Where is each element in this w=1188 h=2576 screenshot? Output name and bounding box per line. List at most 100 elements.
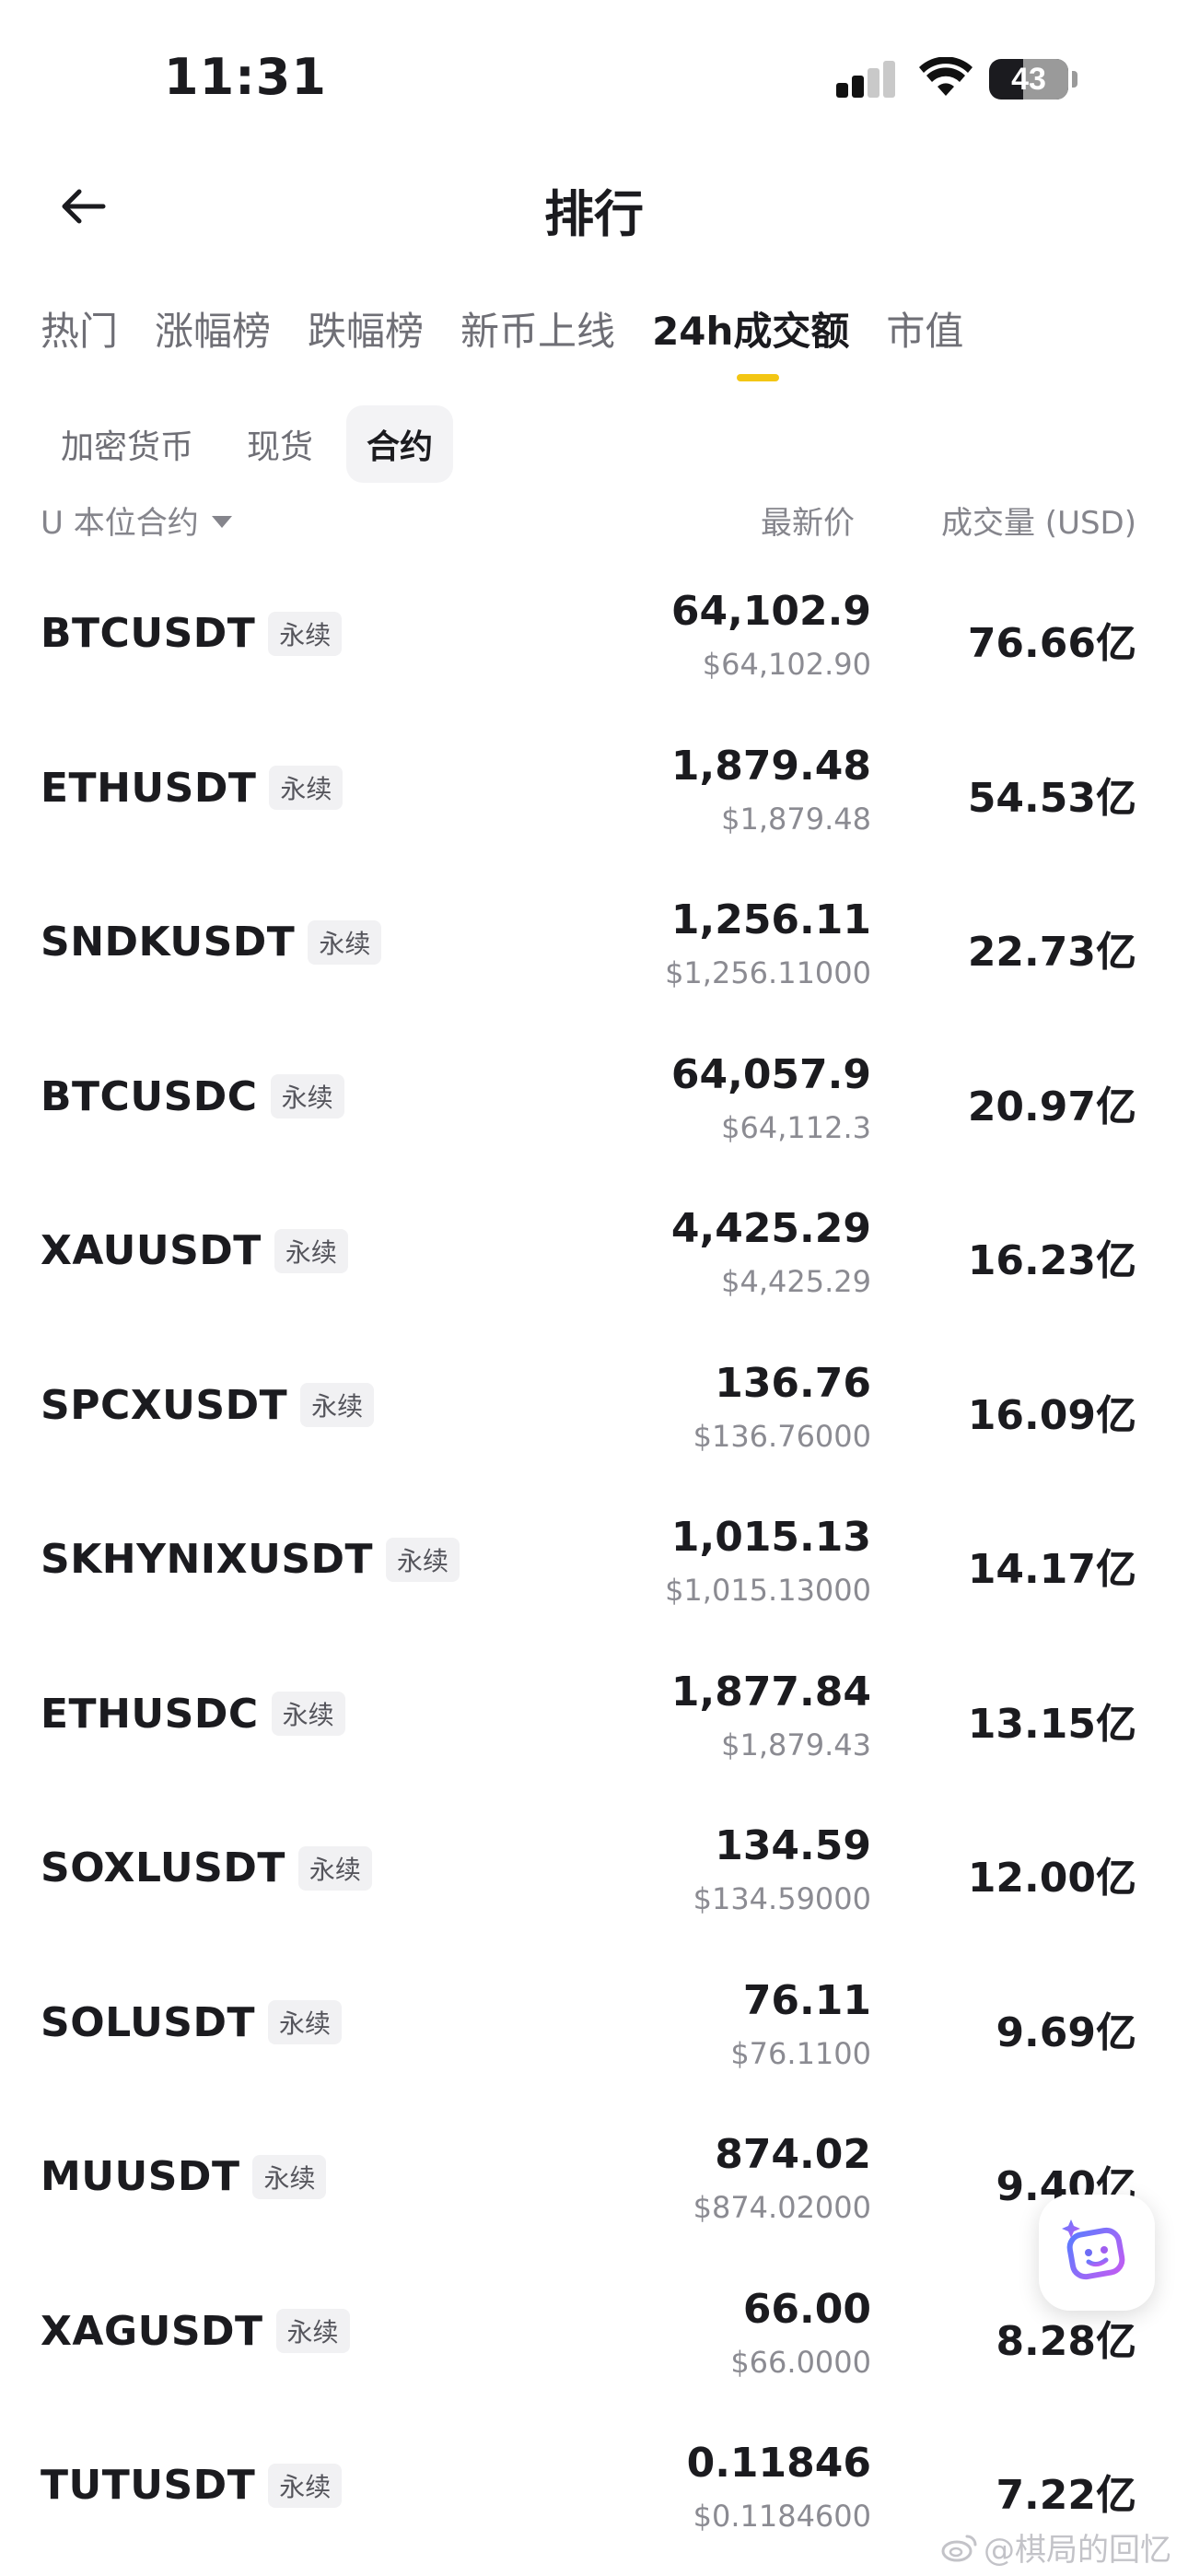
- last-price: 1,877.84: [670, 1668, 871, 1715]
- market-type-tabs: 加密货币 现货 合约: [41, 405, 454, 483]
- list-item[interactable]: SOXLUSDT 永续 134.59 $134.59000 12.00亿: [0, 1798, 1188, 1953]
- weibo-icon: [941, 2535, 977, 2561]
- price-usd: $1,015.13000: [665, 1573, 871, 1608]
- watermark: @棋局的回忆: [941, 2524, 1171, 2570]
- symbol: TUTUSDT: [41, 2462, 256, 2509]
- last-price: 136.76: [715, 1359, 871, 1407]
- last-price: 134.59: [715, 1822, 871, 1869]
- symbol: SNDKUSDT: [41, 919, 296, 966]
- price-usd: $874.02000: [693, 2190, 871, 2225]
- last-price: 64,057.9: [670, 1050, 871, 1098]
- symbol: BTCUSDT: [41, 610, 256, 657]
- tab-losers[interactable]: 跌幅榜: [308, 300, 460, 357]
- price-usd: $1,879.43: [721, 1727, 871, 1762]
- ranking-list: BTCUSDT 永续 64,102.9 $64,102.90 76.66亿 ETH…: [0, 564, 1188, 2570]
- perpetual-tag: 永续: [252, 2154, 327, 2199]
- last-price: 66.00: [742, 2285, 871, 2333]
- perpetual-tag: 永续: [300, 1383, 375, 1427]
- volume: 13.15亿: [967, 1700, 1136, 1748]
- list-item[interactable]: BTCUSDC 永续 64,057.9 $64,112.3 20.97亿: [0, 1027, 1188, 1182]
- symbol: SPCXUSDT: [41, 1381, 288, 1429]
- perpetual-tag: 永续: [268, 611, 343, 656]
- perpetual-tag: 永续: [274, 1228, 348, 1273]
- price-usd: $134.59000: [693, 1881, 871, 1916]
- price-usd: $136.76000: [693, 1418, 871, 1454]
- ai-assistant-button[interactable]: [1039, 2195, 1155, 2311]
- volume: 16.09亿: [967, 1391, 1136, 1439]
- watermark-text: @棋局的回忆: [984, 2532, 1171, 2569]
- list-item[interactable]: SKHYNIXUSDT 永续 1,015.13 $1,015.13000 14.1…: [0, 1490, 1188, 1645]
- perpetual-tag: 永续: [297, 1845, 372, 1891]
- symbol: MUUSDT: [41, 2153, 240, 2200]
- perpetual-tag: 永续: [308, 919, 382, 965]
- list-item[interactable]: XAUUSDT 永续 4,425.29 $4,425.29 16.23亿: [0, 1181, 1188, 1336]
- contract-type-label: U 本位合约: [41, 505, 199, 542]
- list-item[interactable]: BTCUSDT 永续 64,102.9 $64,102.90 76.66亿: [0, 564, 1188, 719]
- battery-level: 43: [1011, 62, 1046, 97]
- contract-type-dropdown[interactable]: U 本位合约: [41, 498, 232, 543]
- column-header: U 本位合约 最新价 成交量 (USD): [0, 498, 1188, 547]
- perpetual-tag: 永续: [271, 1692, 345, 1736]
- status-time: 11:31: [164, 48, 327, 106]
- wifi-icon: [919, 57, 973, 96]
- price-usd: $1,256.11000: [665, 955, 871, 990]
- symbol: ETHUSDT: [41, 764, 257, 812]
- perpetual-tag: 永续: [269, 766, 344, 810]
- price-usd: $76.1100: [730, 2035, 871, 2071]
- volume: 8.28亿: [996, 2317, 1136, 2365]
- tab-hot[interactable]: 热门: [41, 300, 155, 357]
- volume: 76.66亿: [967, 620, 1136, 667]
- list-item[interactable]: ETHUSDT 永续 1,879.48 $1,879.48 54.53亿: [0, 719, 1188, 873]
- last-price: 874.02: [715, 2131, 871, 2178]
- perpetual-tag: 永续: [275, 2309, 350, 2353]
- tab-gainers[interactable]: 涨幅榜: [155, 300, 308, 357]
- active-tab-indicator: [737, 374, 779, 381]
- list-item[interactable]: ETHUSDC 永续 1,877.84 $1,879.43 13.15亿: [0, 1645, 1188, 1799]
- volume: 54.53亿: [967, 774, 1136, 822]
- signal-icon: [836, 61, 897, 98]
- volume: 16.23亿: [967, 1237, 1136, 1284]
- volume: 9.69亿: [996, 2008, 1136, 2056]
- perpetual-tag: 永续: [386, 1537, 460, 1582]
- last-price: 76.11: [742, 1976, 871, 2024]
- price-usd: $64,102.90: [702, 647, 871, 682]
- symbol: XAUUSDT: [41, 1227, 262, 1274]
- ai-assistant-icon: [1062, 2219, 1125, 2280]
- symbol: ETHUSDC: [41, 1690, 259, 1738]
- price-usd: $0.1184600: [693, 2499, 871, 2534]
- list-item[interactable]: XAGUSDT 永续 66.00 $66.0000 8.28亿: [0, 2262, 1188, 2417]
- perpetual-tag: 永续: [268, 2000, 343, 2044]
- volume: 22.73亿: [967, 929, 1136, 976]
- subtab-spot[interactable]: 现货: [227, 405, 333, 483]
- list-item[interactable]: SPCXUSDT 永续 136.76 $136.76000 16.09亿: [0, 1336, 1188, 1491]
- column-volume[interactable]: 成交量 (USD): [941, 498, 1136, 543]
- symbol: SOXLUSDT: [41, 1844, 285, 1891]
- volume: 20.97亿: [967, 1083, 1136, 1130]
- ranking-tabs: 热门 涨幅榜 跌幅榜 新币上线 24h成交额 市值: [41, 300, 1000, 357]
- list-item[interactable]: SOLUSDT 永续 76.11 $76.1100 9.69亿: [0, 1953, 1188, 2108]
- perpetual-tag: 永续: [268, 2463, 343, 2508]
- last-price: 1,879.48: [670, 742, 871, 790]
- caret-down-icon: [211, 516, 232, 528]
- volume: 14.17亿: [967, 1546, 1136, 1593]
- column-price[interactable]: 最新价: [761, 498, 855, 543]
- battery-cap: [1072, 71, 1077, 88]
- page-title: 排行: [544, 185, 644, 243]
- tab-new-listings[interactable]: 新币上线: [460, 300, 652, 357]
- list-item[interactable]: MUUSDT 永续 874.02 $874.02000 9.40亿: [0, 2107, 1188, 2262]
- volume: 12.00亿: [967, 1855, 1136, 1902]
- symbol: SKHYNIXUSDT: [41, 1536, 374, 1583]
- list-item[interactable]: SNDKUSDT 永续 1,256.11 $1,256.11000 22.73亿: [0, 872, 1188, 1027]
- subtab-futures[interactable]: 合约: [346, 405, 454, 483]
- symbol: XAGUSDT: [41, 2307, 263, 2355]
- last-price: 1,015.13: [670, 1514, 871, 1561]
- symbol: BTCUSDC: [41, 1072, 258, 1120]
- last-price: 1,256.11: [670, 896, 871, 943]
- price-usd: $4,425.29: [721, 1264, 871, 1299]
- perpetual-tag: 永续: [270, 1074, 344, 1118]
- volume: 7.22亿: [996, 2472, 1136, 2519]
- tab-24h-volume[interactable]: 24h成交额: [652, 300, 886, 357]
- subtab-crypto[interactable]: 加密货币: [41, 405, 214, 483]
- last-price: 4,425.29: [670, 1205, 871, 1252]
- tab-market-cap[interactable]: 市值: [886, 300, 1000, 357]
